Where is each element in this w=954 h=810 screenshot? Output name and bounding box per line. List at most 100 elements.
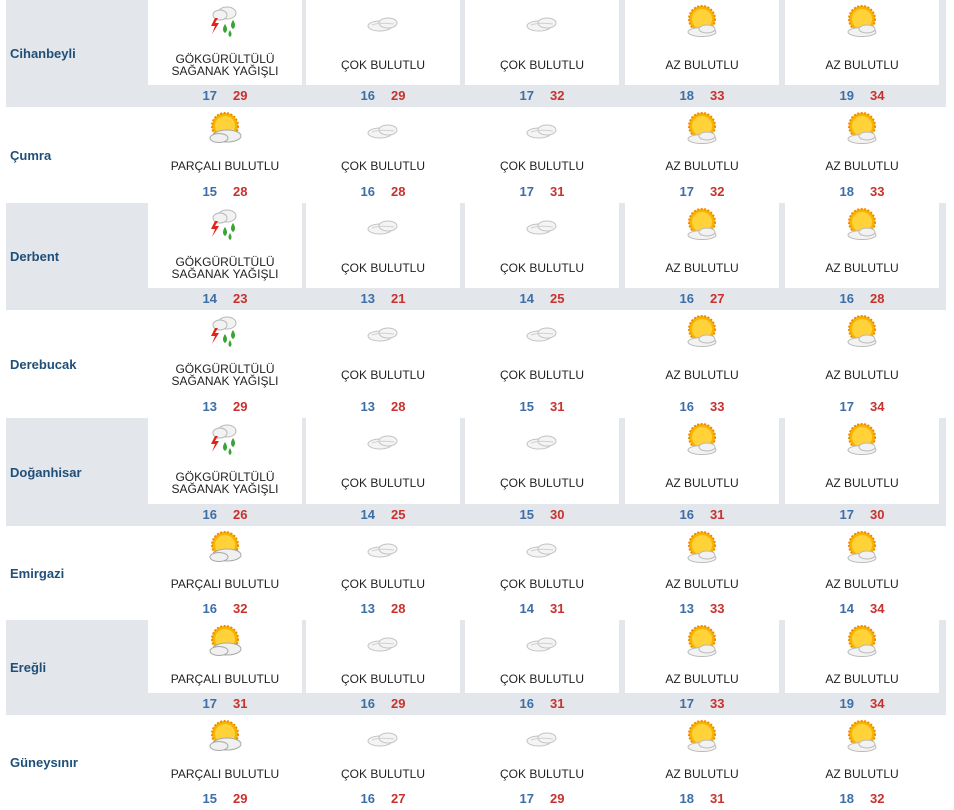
cloudy-icon: [522, 314, 562, 350]
icon-cell: [306, 203, 460, 247]
cloudy-icon: [522, 207, 562, 243]
max-temperature: 23: [233, 290, 248, 306]
sun-cloud-icon: [842, 624, 882, 660]
temperature-range: 13 29: [148, 396, 302, 416]
max-temperature: 33: [710, 600, 725, 616]
min-temperature: 18: [679, 87, 694, 103]
city-name[interactable]: Güneysınır: [6, 715, 146, 810]
sun-cloud-icon: [842, 314, 882, 350]
day-cell: AZ BULUTLU 19 34: [785, 620, 939, 715]
max-temperature: 31: [550, 398, 565, 414]
max-temperature: 31: [710, 790, 725, 806]
icon-cell: [625, 526, 779, 570]
day-cell: AZ BULUTLU 18 33: [625, 0, 779, 107]
temperature-range: 15 31: [465, 396, 619, 416]
max-temperature: 34: [870, 398, 885, 414]
max-temperature: 28: [391, 183, 406, 199]
city-name[interactable]: Derebucak: [6, 310, 146, 418]
min-temperature: 17: [679, 695, 694, 711]
temperature-range: 16 29: [306, 85, 460, 105]
temperature-range: 15 28: [148, 181, 302, 201]
city-name[interactable]: Çumra: [6, 107, 146, 203]
max-temperature: 29: [233, 790, 248, 806]
temperature-range: 17 31: [465, 181, 619, 201]
icon-cell: [625, 0, 779, 44]
max-temperature: 31: [710, 506, 725, 522]
cloudy-icon: [363, 422, 403, 458]
icon-cell: [625, 620, 779, 664]
city-name[interactable]: Ereğli: [6, 620, 146, 715]
sun-cloud-icon: [682, 4, 722, 40]
icon-cell: [306, 715, 460, 759]
min-temperature: 16: [360, 790, 375, 806]
max-temperature: 30: [550, 506, 565, 522]
min-temperature: 17: [679, 183, 694, 199]
min-temperature: 16: [360, 87, 375, 103]
thunderstorm-icon: [205, 422, 245, 458]
forecast-row: Cihanbeyli GÖKGÜRÜLTÜLÜ SAĞANAK YAĞIŞLI 17…: [6, 0, 946, 107]
max-temperature: 27: [391, 790, 406, 806]
icon-cell: [465, 620, 619, 664]
icon-cell: [785, 107, 939, 151]
icon-cell: [465, 107, 619, 151]
max-temperature: 27: [710, 290, 725, 306]
max-temperature: 28: [391, 398, 406, 414]
city-name[interactable]: Doğanhisar: [6, 418, 146, 526]
min-temperature: 17: [519, 790, 534, 806]
day-cell: ÇOK BULUTLU 17 31: [465, 107, 619, 203]
max-temperature: 29: [233, 398, 248, 414]
condition-label: AZ BULUTLU: [625, 759, 779, 788]
sun-cloud-icon: [842, 422, 882, 458]
day-cell: AZ BULUTLU 16 31: [625, 418, 779, 526]
condition-label: ÇOK BULUTLU: [306, 759, 460, 788]
day-cell: ÇOK BULUTLU 17 29: [465, 715, 619, 810]
icon-cell: [785, 620, 939, 664]
day-cell: AZ BULUTLU 18 31: [625, 715, 779, 810]
min-temperature: 14: [519, 290, 534, 306]
temperature-range: 19 34: [785, 693, 939, 713]
thunderstorm-icon: [205, 4, 245, 40]
min-temperature: 14: [202, 290, 217, 306]
day-cell: PARÇALI BULUTLU 15 29: [148, 715, 302, 810]
min-temperature: 13: [360, 398, 375, 414]
icon-cell: [625, 310, 779, 354]
condition-label: ÇOK BULUTLU: [465, 354, 619, 396]
icon-cell: [465, 715, 619, 759]
temperature-range: 16 31: [625, 504, 779, 524]
max-temperature: 34: [870, 87, 885, 103]
min-temperature: 13: [360, 600, 375, 616]
city-name[interactable]: Emirgazi: [6, 526, 146, 620]
min-temperature: 16: [202, 600, 217, 616]
max-temperature: 33: [710, 695, 725, 711]
min-temperature: 15: [202, 790, 217, 806]
min-temperature: 15: [519, 506, 534, 522]
sun-cloud-icon: [682, 624, 722, 660]
condition-label: ÇOK BULUTLU: [306, 354, 460, 396]
temperature-range: 17 32: [625, 181, 779, 201]
temperature-range: 16 26: [148, 504, 302, 524]
day-cell: GÖKGÜRÜLTÜLÜ SAĞANAK YAĞIŞLI 16 26: [148, 418, 302, 526]
icon-cell: [306, 107, 460, 151]
max-temperature: 31: [550, 695, 565, 711]
temperature-range: 17 29: [465, 788, 619, 808]
condition-label: AZ BULUTLU: [625, 462, 779, 504]
icon-cell: [785, 0, 939, 44]
max-temperature: 32: [870, 790, 885, 806]
day-cell: AZ BULUTLU 17 32: [625, 107, 779, 203]
forecast-row: Derebucak GÖKGÜRÜLTÜLÜ SAĞANAK YAĞIŞLI 13 2…: [6, 310, 946, 418]
cloudy-icon: [363, 719, 403, 755]
condition-label: GÖKGÜRÜLTÜLÜ SAĞANAK YAĞIŞLI: [148, 462, 302, 504]
max-temperature: 33: [710, 87, 725, 103]
temperature-range: 13 21: [306, 288, 460, 308]
city-name[interactable]: Cihanbeyli: [6, 0, 146, 107]
temperature-range: 13 33: [625, 598, 779, 618]
icon-cell: [465, 203, 619, 247]
sun-cloud-icon: [682, 530, 722, 566]
temperature-range: 13 28: [306, 396, 460, 416]
city-name[interactable]: Derbent: [6, 203, 146, 310]
max-temperature: 29: [233, 87, 248, 103]
icon-cell: [625, 418, 779, 462]
temperature-range: 14 25: [306, 504, 460, 524]
min-temperature: 13: [679, 600, 694, 616]
temperature-range: 16 28: [306, 181, 460, 201]
